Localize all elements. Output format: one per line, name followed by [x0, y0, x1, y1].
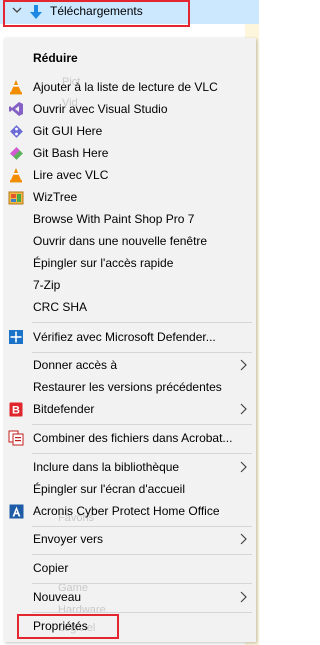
visual-studio-icon [8, 101, 24, 117]
menu-item-label: Réduire [33, 51, 78, 65]
menu-item-pin-quick-access[interactable]: Épingler sur l'accès rapide [4, 252, 256, 274]
menu-item-label: Restaurer les versions précédentes [33, 380, 222, 394]
menu-item-new[interactable]: Nouveau [4, 586, 256, 608]
menu-item-label: Acronis Cyber Protect Home Office [33, 504, 220, 518]
menu-item-acronis[interactable]: Acronis Cyber Protect Home Office [4, 500, 256, 522]
wiztree-icon [8, 189, 24, 205]
acrobat-icon [8, 430, 24, 446]
menu-item-open-visual-studio[interactable]: Ouvrir avec Visual Studio [4, 98, 256, 120]
menu-item-label: Ouvrir dans une nouvelle fenêtre [33, 234, 208, 248]
menu-item-label: Nouveau [33, 590, 82, 604]
menu-item-label: Git GUI Here [33, 124, 103, 138]
chevron-right-icon [240, 533, 247, 545]
menu-separator [32, 554, 252, 555]
menu-item-label: Lire avec VLC [33, 168, 109, 182]
menu-item-label: CRC SHA [33, 300, 88, 314]
menu-item-crc-sha[interactable]: CRC SHA [4, 296, 256, 318]
menu-item-label: Browse With Paint Shop Pro 7 [33, 212, 195, 226]
svg-text:B: B [12, 404, 20, 416]
menu-separator [32, 612, 252, 613]
menu-item-label: Inclure dans la bibliothèque [33, 460, 180, 474]
context-menu: Pict Vid Favoris Game Hardware Logiciel … [4, 38, 256, 642]
menu-item-combine-acrobat[interactable]: Combiner des fichiers dans Acrobat... [4, 427, 256, 449]
menu-item-bitdefender[interactable]: B Bitdefender [4, 398, 256, 420]
vlc-icon [8, 167, 24, 183]
menu-item-git-gui-here[interactable]: Git GUI Here [4, 120, 256, 142]
menu-item-include-in-library[interactable]: Inclure dans la bibliothèque [4, 456, 256, 478]
chevron-right-icon [240, 359, 247, 371]
menu-item-reduire[interactable]: Réduire [4, 47, 256, 69]
menu-item-label: Bitdefender [33, 402, 95, 416]
menu-separator [32, 352, 252, 353]
menu-item-label: WizTree [33, 190, 78, 204]
menu-item-browse-paint-shop-pro[interactable]: Browse With Paint Shop Pro 7 [4, 208, 256, 230]
menu-item-label: Propriétés [33, 619, 88, 633]
defender-icon [8, 329, 24, 345]
menu-separator [32, 453, 252, 454]
menu-separator [32, 526, 252, 527]
menu-item-restore-previous-versions[interactable]: Restaurer les versions précédentes [4, 376, 256, 398]
menu-item-give-access[interactable]: Donner accès à [4, 354, 256, 376]
menu-item-7zip[interactable]: 7-Zip [4, 274, 256, 296]
vlc-icon [8, 79, 24, 95]
acronis-icon [8, 503, 24, 519]
menu-item-properties[interactable]: Propriétés [4, 615, 256, 637]
chevron-right-icon [240, 461, 247, 473]
menu-item-copy[interactable]: Copier [4, 557, 256, 579]
menu-item-git-bash-here[interactable]: Git Bash Here [4, 142, 256, 164]
chevron-right-icon [240, 403, 247, 415]
git-bash-icon [8, 145, 24, 161]
menu-item-label: Envoyer vers [33, 532, 104, 546]
tree-item-label: Téléchargements [50, 4, 143, 18]
menu-item-label: Combiner des fichiers dans Acrobat... [33, 431, 233, 445]
menu-separator [32, 424, 252, 425]
chevron-right-icon [240, 591, 247, 603]
menu-item-play-with-vlc[interactable]: Lire avec VLC [4, 164, 256, 186]
menu-separator [32, 322, 252, 323]
menu-item-microsoft-defender[interactable]: Vérifiez avec Microsoft Defender... [4, 326, 256, 348]
menu-item-label: Git Bash Here [33, 146, 109, 160]
download-arrow-icon [30, 5, 42, 19]
menu-item-label: Donner accès à [33, 358, 118, 372]
menu-item-label: Copier [33, 561, 69, 575]
git-gui-icon [8, 123, 24, 139]
menu-item-label: Épingler sur l'écran d'accueil [33, 482, 185, 496]
chevron-down-icon[interactable] [12, 5, 22, 15]
menu-item-pin-to-start[interactable]: Épingler sur l'écran d'accueil [4, 478, 256, 500]
menu-item-label: Ajouter à la liste de lecture de VLC [33, 80, 218, 94]
tree-item-telechargements[interactable]: Téléchargements [0, 0, 259, 24]
menu-item-wiztree[interactable]: WizTree [4, 186, 256, 208]
menu-item-vlc-add-to-playlist[interactable]: Ajouter à la liste de lecture de VLC [4, 76, 256, 98]
menu-separator [32, 583, 252, 584]
bitdefender-icon: B [8, 401, 24, 417]
menu-item-open-new-window[interactable]: Ouvrir dans une nouvelle fenêtre [4, 230, 256, 252]
menu-item-label: Épingler sur l'accès rapide [33, 256, 174, 270]
menu-item-label: 7-Zip [33, 278, 61, 292]
menu-item-send-to[interactable]: Envoyer vers [4, 528, 256, 550]
menu-item-label: Ouvrir avec Visual Studio [33, 102, 168, 116]
menu-item-label: Vérifiez avec Microsoft Defender... [33, 330, 216, 344]
